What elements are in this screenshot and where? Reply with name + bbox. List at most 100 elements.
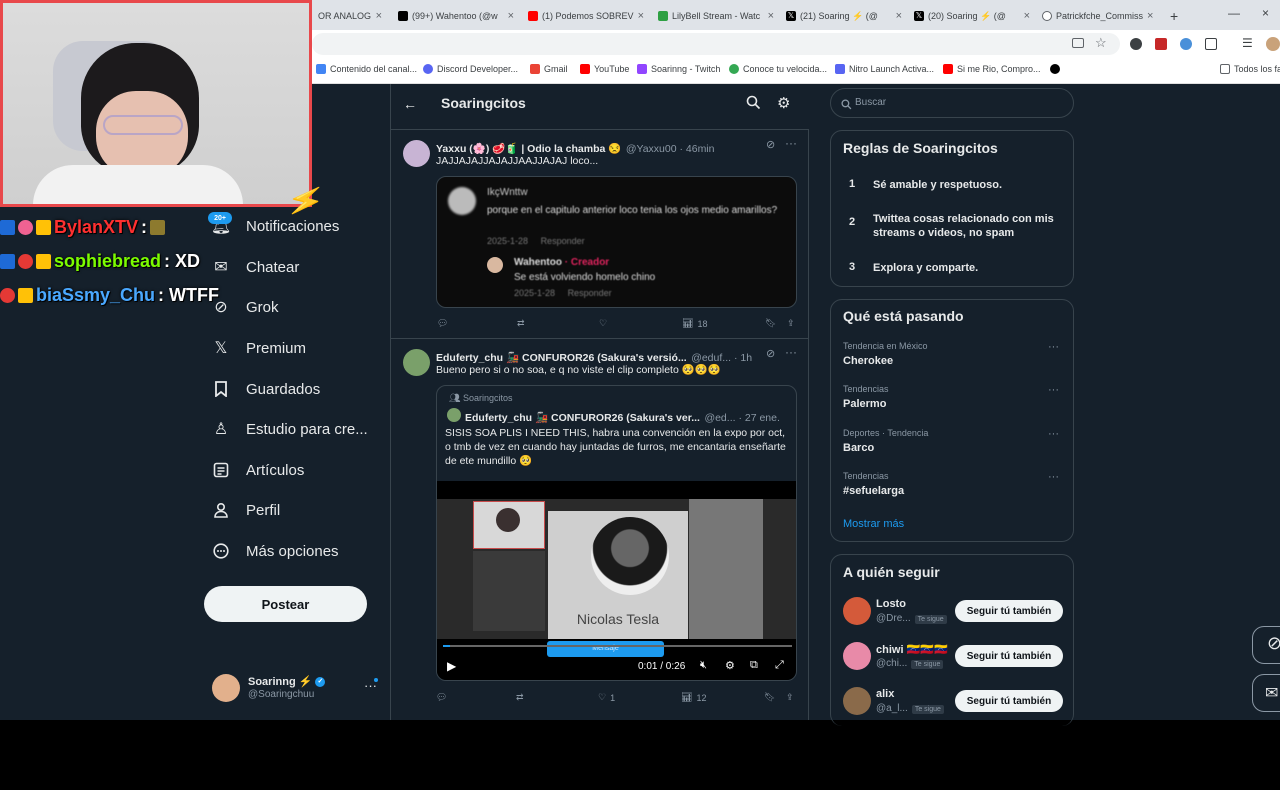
youtube-icon <box>580 64 590 74</box>
browser-tab[interactable]: OR ANALOG × <box>312 4 388 28</box>
avatar[interactable] <box>843 642 871 670</box>
more-icon[interactable]: ··· <box>1048 341 1059 353</box>
close-window-icon[interactable]: × <box>1262 6 1269 20</box>
post-button[interactable]: Postear <box>204 586 367 622</box>
like-icon[interactable]: ♡ <box>599 318 611 329</box>
reply-icon[interactable]: 💬︎ <box>436 692 447 703</box>
show-more-link[interactable]: Mostrar más <box>843 518 904 530</box>
follow-name[interactable]: chiwi 🇻🇪🇻🇪🇻🇪 <box>876 643 948 656</box>
extension-icon[interactable] <box>1130 38 1142 50</box>
sidebar-item-more[interactable]: Más opciones <box>212 536 339 566</box>
tab-label: (99+) Wahentoo (@w <box>412 11 498 21</box>
video-player[interactable]: Nicolas Tesla Mensaje ▶ 0:01 / 0:26 🔇︎ ⚙… <box>437 481 796 680</box>
bookmark-item[interactable]: Nitro Launch Activa... <box>835 64 934 74</box>
pip-icon[interactable]: ⧉ <box>750 659 758 672</box>
close-icon[interactable]: × <box>376 10 382 22</box>
browser-tab[interactable]: LilyBell Stream - Watc × <box>652 4 780 28</box>
bookmark-item[interactable]: Si me Rio, Compro... <box>943 64 1041 74</box>
video-progress-track[interactable] <box>443 645 792 647</box>
follow-name[interactable]: Losto <box>876 598 906 610</box>
new-tab-button[interactable]: + <box>1164 4 1184 28</box>
more-icon[interactable]: ··· <box>1048 428 1059 440</box>
close-icon[interactable]: × <box>638 10 644 22</box>
trend-name[interactable]: Cherokee <box>843 355 893 367</box>
extension-icon[interactable] <box>1155 38 1167 50</box>
sidebar-item-grok[interactable]: ⊘ Grok <box>212 292 278 322</box>
browser-tab[interactable]: Patrickfche_Commiss × <box>1036 4 1158 28</box>
follow-button[interactable]: Seguir tú también <box>955 600 1063 622</box>
profile-avatar[interactable] <box>1266 37 1280 51</box>
url-input[interactable] <box>312 33 1120 55</box>
search-icon[interactable] <box>746 95 761 115</box>
views-icon[interactable]: 📊︎ 18 <box>682 318 707 329</box>
browser-tab[interactable]: 𝕏 (21) Soaring ⚡ (@ × <box>780 4 908 28</box>
bookmark-item[interactable] <box>1050 64 1060 74</box>
tweet[interactable]: Yaxxu (🌸) 🥩🧃 | Odio la chamba 😒 @Yaxxu00… <box>391 130 809 339</box>
bookmark-icon[interactable]: 🔖︎ <box>765 318 776 329</box>
messages-floating-button[interactable]: ✉ <box>1252 674 1280 712</box>
play-icon[interactable]: ▶ <box>447 659 456 673</box>
sidebar-item-premium[interactable]: 𝕏 Premium <box>212 333 306 363</box>
sidebar-item-articles[interactable]: Artículos <box>212 455 304 485</box>
follow-button[interactable]: Seguir tú también <box>955 645 1063 667</box>
bookmark-item[interactable]: Soarinng - Twitch <box>637 64 720 74</box>
back-arrow-icon[interactable]: ← <box>403 96 417 112</box>
bookmark-item[interactable]: Gmail <box>530 64 568 74</box>
tweet[interactable]: Eduferty_chu 🚂 CONFUROR26 (Sakura's vers… <box>391 339 809 720</box>
puzzle-icon[interactable] <box>1205 38 1217 50</box>
bookmark-item[interactable]: Discord Developer... <box>423 64 518 74</box>
sidebar-item-studio[interactable]: ♙ Estudio para cre... <box>212 414 368 444</box>
tweet-image[interactable]: IkçWnttw porque en el capitulo anterior … <box>436 176 797 308</box>
like-icon[interactable]: ♡ 1 <box>598 692 615 703</box>
menu-icon[interactable]: ☰ <box>1242 36 1253 50</box>
gear-icon[interactable]: ⚙ <box>777 94 790 112</box>
bookmark-item[interactable]: YouTube <box>580 64 629 74</box>
sidebar-item-chat[interactable]: ✉ Chatear <box>212 252 299 282</box>
grok-icon[interactable]: ⊘ <box>766 138 775 151</box>
more-icon[interactable]: ··· <box>785 136 797 150</box>
bookmark-item[interactable]: Contenido del canal... <box>316 64 417 74</box>
grok-floating-button[interactable]: ⊘ <box>1252 626 1280 664</box>
retweet-icon[interactable]: ⇄ <box>516 692 524 703</box>
video-time: 0:01 / 0:26 <box>638 661 686 672</box>
follow-name[interactable]: alix <box>876 688 894 700</box>
follow-button[interactable]: Seguir tú también <box>955 690 1063 712</box>
more-icon[interactable]: ··· <box>1048 384 1059 396</box>
trend-name[interactable]: Barco <box>843 442 874 454</box>
more-icon[interactable]: ··· <box>785 345 797 359</box>
bookmark-icon[interactable]: 🔖︎ <box>764 692 775 703</box>
account-switcher[interactable]: Soarinng ⚡ ✓ @Soaringchuu ··· <box>204 668 384 708</box>
minimize-icon[interactable]: — <box>1228 6 1240 20</box>
close-icon[interactable]: × <box>1147 10 1153 22</box>
sidebar-item-bookmarks[interactable]: Guardados <box>212 374 320 404</box>
close-icon[interactable]: × <box>896 10 902 22</box>
search-input[interactable]: Buscar <box>830 88 1074 118</box>
bookmark-item[interactable]: Conoce tu velocida... <box>729 64 827 74</box>
reply-icon[interactable]: 💬︎ <box>437 318 452 329</box>
views-icon[interactable]: 📊︎ 12 <box>681 692 706 703</box>
grok-icon[interactable]: ⊘ <box>766 347 775 360</box>
avatar[interactable] <box>843 597 871 625</box>
install-app-icon[interactable] <box>1072 38 1084 48</box>
share-icon[interactable]: ⇪ <box>786 692 794 703</box>
browser-tab[interactable]: (99+) Wahentoo (@w × <box>392 4 520 28</box>
settings-icon[interactable]: ⚙ <box>725 659 735 672</box>
quoted-tweet[interactable]: 👥︎ Soaringcitos Eduferty_chu 🚂 CONFUROR2… <box>436 385 797 681</box>
star-icon[interactable]: ☆ <box>1095 35 1107 51</box>
extension-icon[interactable] <box>1180 38 1192 50</box>
avatar[interactable] <box>843 687 871 715</box>
close-icon[interactable]: × <box>508 10 514 22</box>
sidebar-item-profile[interactable]: Perfil <box>212 495 280 525</box>
share-icon[interactable]: ⇪ <box>787 318 795 329</box>
fullscreen-icon[interactable]: ⤢ <box>775 659 784 672</box>
browser-tab[interactable]: (1) Podemos SOBREV × <box>522 4 650 28</box>
bookmarks-folder[interactable]: Todos los fa <box>1220 64 1280 74</box>
close-icon[interactable]: × <box>768 10 774 22</box>
trend-name[interactable]: #sefuelarga <box>843 485 904 497</box>
browser-tab[interactable]: 𝕏 (20) Soaring ⚡ (@ × <box>908 4 1036 28</box>
mute-icon[interactable]: 🔇︎ <box>700 659 707 672</box>
trend-name[interactable]: Palermo <box>843 398 886 410</box>
close-icon[interactable]: × <box>1024 10 1030 22</box>
retweet-icon[interactable]: ⇄ <box>517 318 529 329</box>
more-icon[interactable]: ··· <box>1048 471 1059 483</box>
